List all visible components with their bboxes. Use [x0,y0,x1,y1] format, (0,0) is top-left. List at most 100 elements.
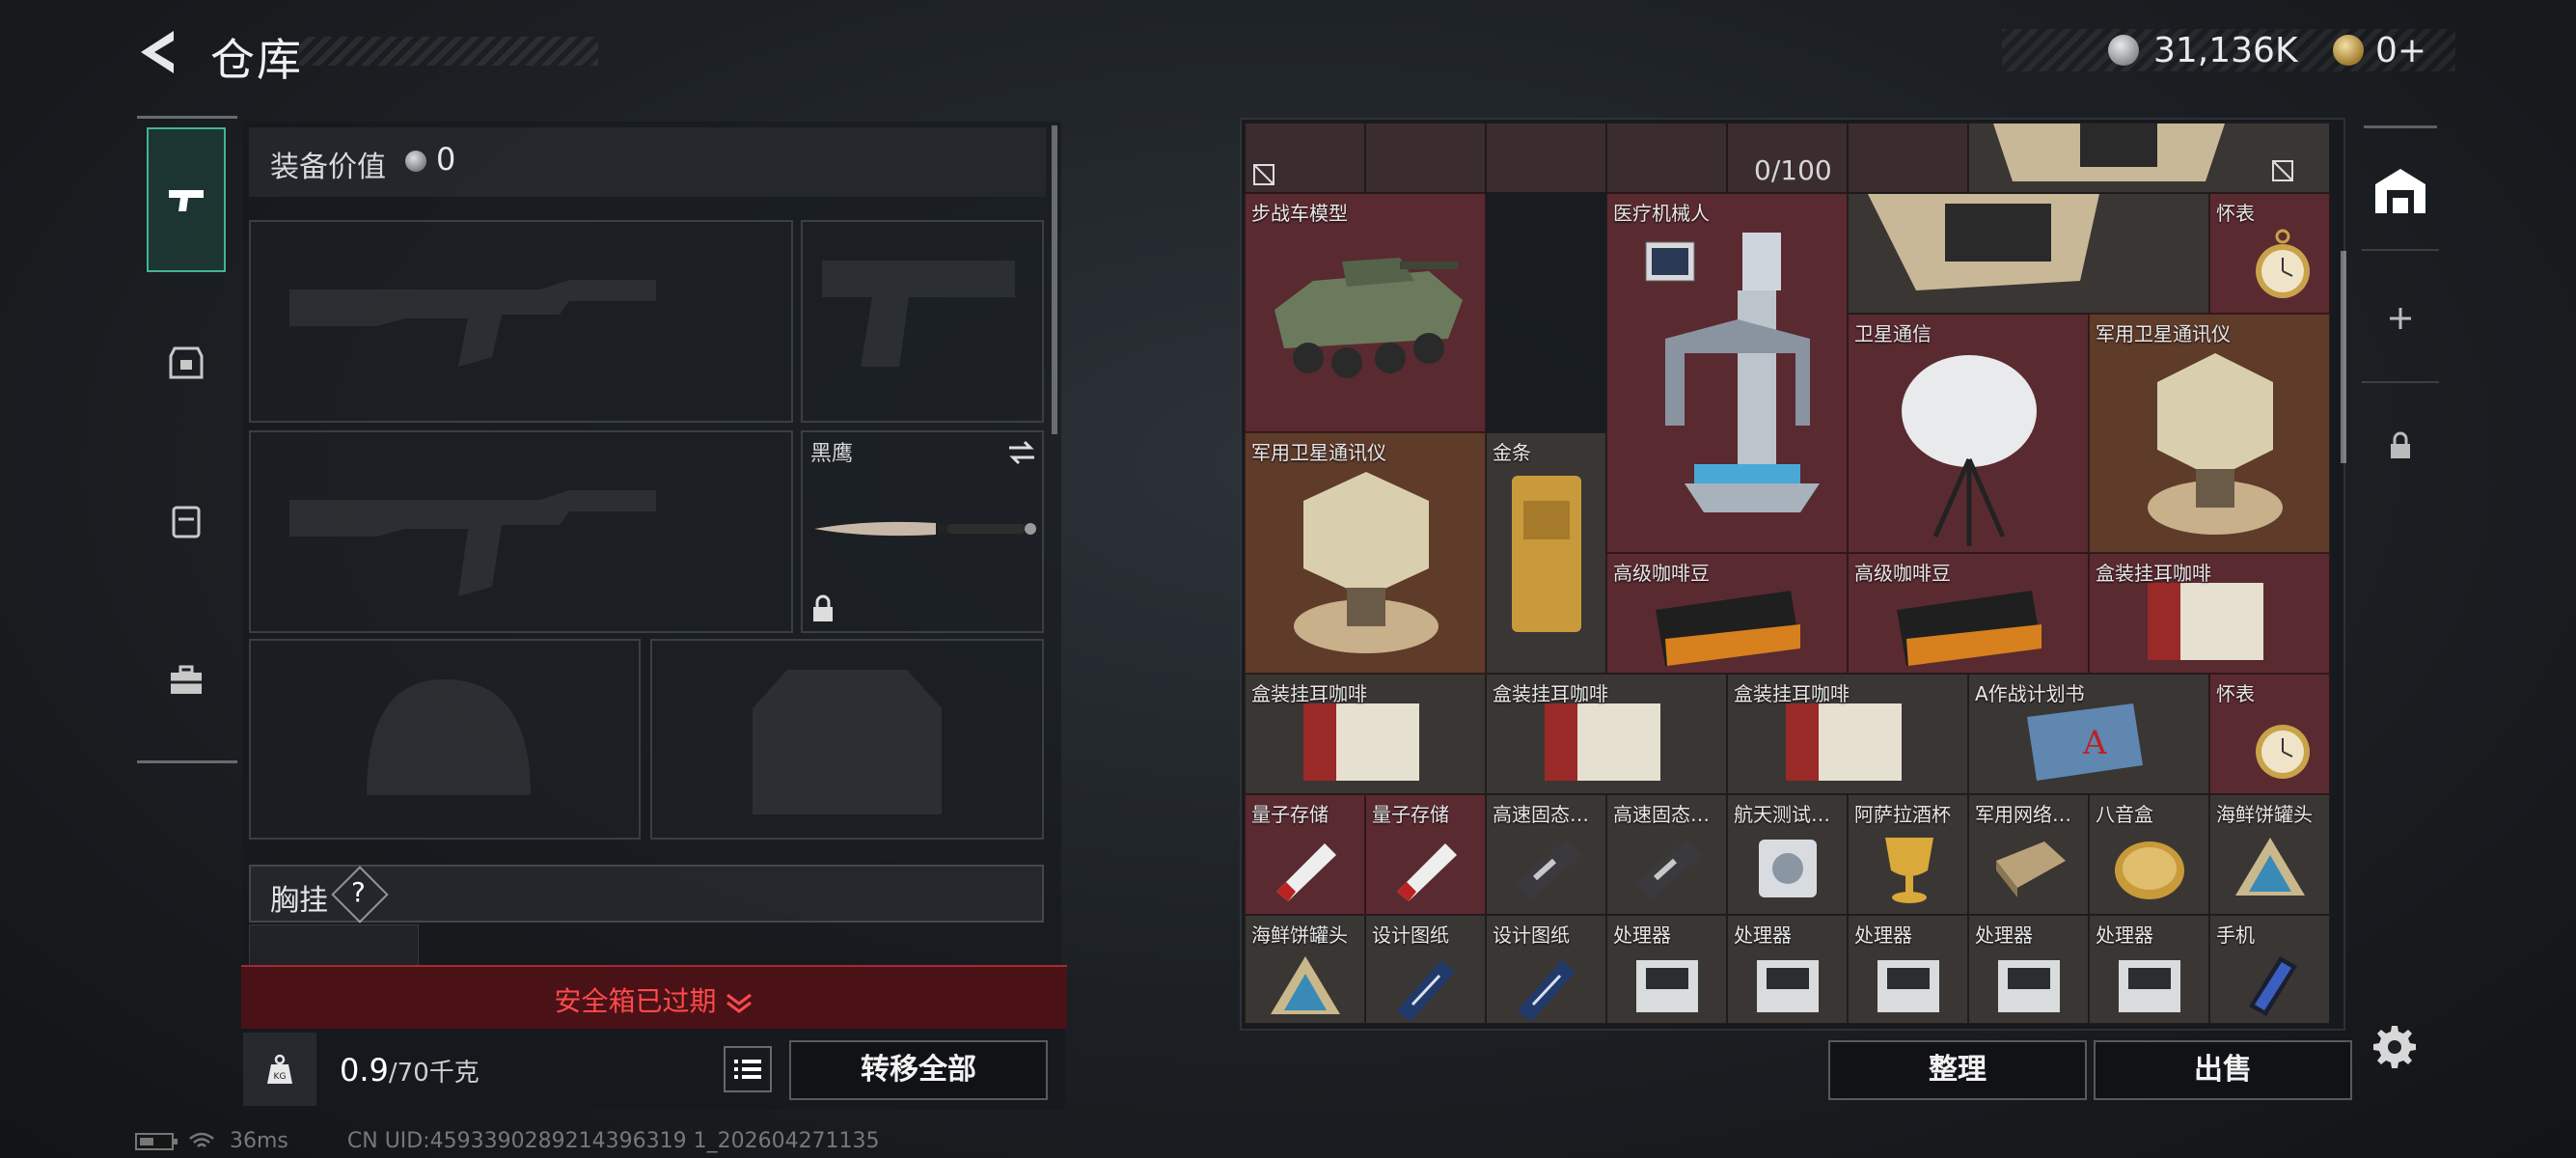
storage-item[interactable]: 军用卫星通讯仪 [2089,314,2330,553]
wifi-icon [189,1132,214,1147]
processor-icon [1877,960,1939,1012]
storage-item[interactable]: 高速固态… [1606,794,1727,915]
ping-text: 36ms [230,1129,288,1153]
warehouse-icon [2375,169,2425,213]
storage-item[interactable]: 设计图纸 [1365,915,1486,1024]
transfer-all-button[interactable]: 转移全部 [789,1040,1048,1100]
gold-coin-icon [2333,35,2364,66]
right-column-top-divider [2364,125,2437,128]
storage-item[interactable]: 金条 [1486,432,1606,674]
storage-item[interactable]: 量子存储 [1245,794,1365,915]
currency-secondary-value[interactable]: 0+ [2375,31,2426,70]
grid-cell-empty[interactable] [1848,123,1968,193]
storage-item[interactable]: 手机 [2209,915,2330,1024]
armor-slot[interactable] [650,639,1044,840]
processor-icon [1636,960,1698,1012]
storage-item[interactable]: 高级咖啡豆 [1848,553,2089,674]
vehicle-model-icon [1274,258,1463,378]
equipment-scrollbar[interactable] [1052,125,1057,434]
storage-item[interactable]: 怀表 [2209,193,2330,314]
secondary-weapon-slot[interactable] [249,430,793,633]
tab-armor[interactable] [147,290,226,434]
storage-capacity: 0/100 [1754,154,1832,186]
helmet-slot[interactable] [249,639,641,840]
tab-case[interactable] [147,608,226,753]
storage-item[interactable]: 盒装挂耳咖啡 [1245,674,1486,794]
helmet-silhouette-icon [367,679,531,795]
storage-item[interactable]: 海鲜饼罐头 [2209,794,2330,915]
storage-item[interactable]: 卫星通信 [1848,314,2089,553]
processor-icon [1998,960,2060,1012]
coffee-bean-bag-icon [1897,591,2042,666]
music-box-icon [2115,841,2184,899]
storage-item[interactable]: A作战计划书 A [1968,674,2209,794]
storage-item[interactable]: 处理器 [1606,915,1727,1024]
storage-item[interactable]: 设计图纸 [1486,915,1606,1024]
storage-item[interactable]: 处理器 [1968,915,2089,1024]
storage-item[interactable]: 军用卫星通讯仪 [1245,432,1486,674]
knife-icon [814,521,1036,537]
storage-item[interactable]: 怀表 [2209,674,2330,794]
storage-item[interactable]: 处理器 [2089,915,2209,1024]
storage-item[interactable]: 步战车模型 [1245,193,1486,432]
canned-food-icon [1271,956,1340,1014]
no-space-icon [2272,160,2293,181]
storage-item[interactable]: 海鲜饼罐头 [1245,915,1365,1024]
weight-icon-box: KG [243,1033,316,1106]
battery-icon [135,1133,178,1150]
storage-item[interactable]: 量子存储 [1365,794,1486,915]
sidebar-top-divider [137,116,237,119]
uid-text: CN UID:4593390289214396319 1_20260427113… [346,1129,880,1153]
back-arrow-icon[interactable] [135,27,181,77]
locked-storage-button[interactable] [2362,407,2439,484]
add-storage-button[interactable] [2362,280,2439,357]
storage-item[interactable]: 阿萨拉酒杯 [1848,794,1968,915]
grid-cell-empty[interactable] [1245,123,1365,193]
storage-item[interactable]: 高级咖啡豆 [1606,553,1848,674]
pistol-slot[interactable] [801,220,1044,423]
armor-silhouette-icon [753,670,942,814]
tab-weapons[interactable] [147,127,226,272]
storage-item[interactable]: 八音盒 [2089,794,2209,915]
organize-button[interactable]: 整理 [1828,1040,2087,1100]
storage-item[interactable]: 盒装挂耳咖啡 [2089,553,2330,674]
gear-icon[interactable] [2371,1023,2418,1069]
safe-box-expired-text: 安全箱已过期 [241,980,1067,1019]
storage-item[interactable]: 处理器 [1848,915,1968,1024]
storage-item[interactable]: 航天测试… [1727,794,1848,915]
network-device-icon [1996,841,2066,897]
storage-item[interactable]: 军用网络… [1968,794,2089,915]
chest-rig-label: 胸挂 [270,884,328,918]
plus-icon [2390,308,2411,329]
currency-primary-value: 31,136K [2153,31,2298,70]
list-view-button[interactable] [724,1046,772,1092]
sell-button[interactable]: 出售 [2094,1040,2352,1100]
grid-cell-empty[interactable] [1606,123,1727,193]
warehouse-button[interactable] [2362,152,2439,230]
storage-item[interactable]: 盒装挂耳咖啡 [1727,674,1968,794]
tab-backpack[interactable] [147,449,226,593]
storage-item[interactable]: 处理器 [1727,915,1848,1024]
status-bar: 36ms CN UID:4593390289214396319 1_202604… [135,1129,880,1153]
grid-cell-empty[interactable] [1365,123,1486,193]
page-title: 仓库 [210,34,303,86]
weight-icon: KG [267,1054,292,1084]
storage-scrollbar[interactable] [2341,251,2346,463]
top-partial-item[interactable] [1968,123,2330,193]
melee-slot[interactable]: 黑鹰 [801,430,1044,633]
storage-item-partial[interactable] [1848,193,2209,314]
storage-item[interactable]: 高速固态… [1486,794,1606,915]
right-column-divider [2362,249,2439,251]
swap-icon[interactable] [1005,438,1038,467]
grid-cell-empty[interactable] [1486,123,1606,193]
quantum-storage-icon [1397,843,1457,901]
svg-text:KG: KG [274,1072,287,1082]
primary-weapon-slot[interactable] [249,220,793,423]
storage-item[interactable]: 医疗机械人 [1606,193,1848,553]
satellite-device-icon [1294,472,1439,653]
storage-item[interactable]: 盒装挂耳咖啡 [1486,674,1727,794]
armor-vest-icon [169,346,204,379]
equipment-value: 0 [436,141,456,178]
title-decoration [299,37,598,66]
lock-icon [2391,431,2410,458]
